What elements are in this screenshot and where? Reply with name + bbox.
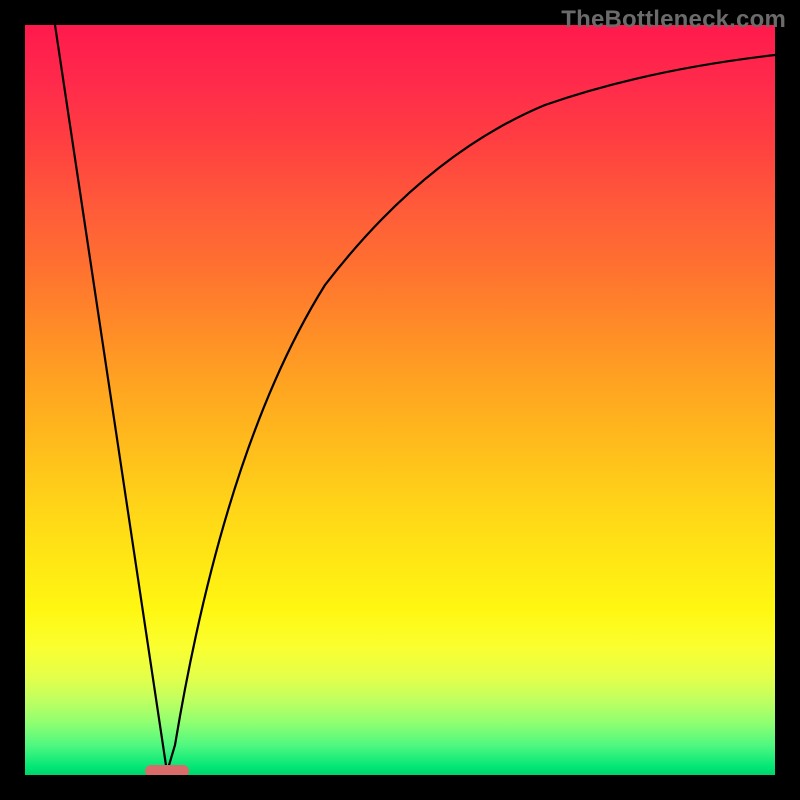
right-ascending-curve: [167, 55, 775, 772]
plot-area: [25, 25, 775, 775]
curve-overlay: [25, 25, 775, 775]
vertex-marker: [145, 765, 189, 775]
watermark-text: TheBottleneck.com: [561, 6, 786, 34]
left-descending-line: [55, 25, 167, 772]
chart-frame: TheBottleneck.com: [0, 0, 800, 800]
